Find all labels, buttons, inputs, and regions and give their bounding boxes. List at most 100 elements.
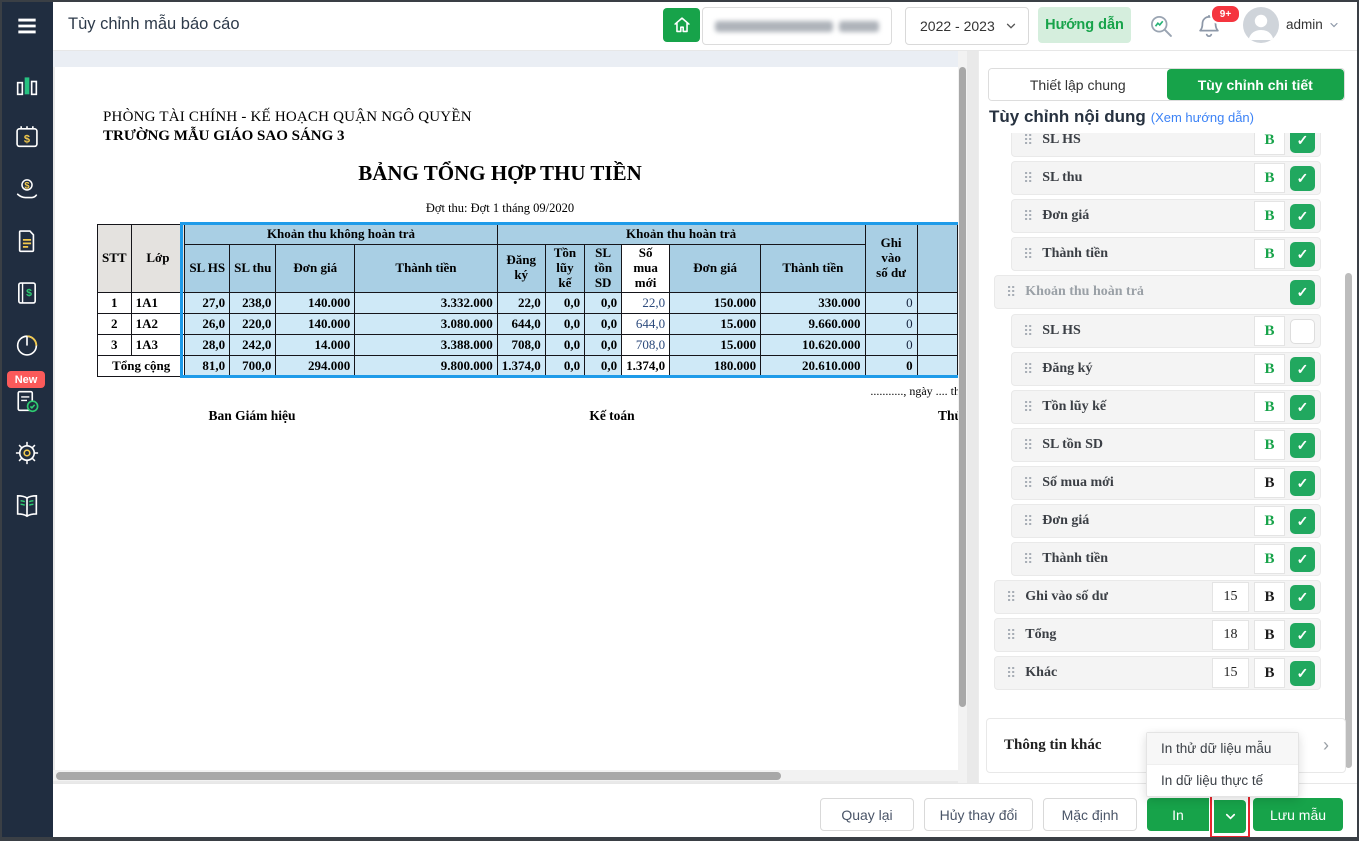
drag-handle-icon[interactable]: ⠿: [1023, 362, 1033, 376]
list-item[interactable]: ⠿ SL HS B: [1011, 133, 1321, 157]
visibility-checkbox[interactable]: [1290, 432, 1315, 458]
sidebar-item-settings[interactable]: [0, 433, 53, 473]
avatar[interactable]: [1243, 7, 1279, 43]
item-label: SL HS: [1042, 323, 1081, 338]
list-item[interactable]: ⠿ SL HS B: [1011, 314, 1321, 348]
drag-handle-icon[interactable]: ⠿: [1023, 476, 1033, 490]
hamburger-menu-button[interactable]: [0, 6, 53, 46]
table-row: 2 1A2 26,0 220,0 140.000 3.080.000 644,0…: [97, 312, 958, 335]
font-size-input[interactable]: 15: [1212, 658, 1249, 688]
drag-handle-icon[interactable]: ⠿: [1023, 514, 1033, 528]
list-item[interactable]: ⠿ Tồn lũy kế B: [1011, 390, 1321, 424]
drag-handle-icon[interactable]: ⠿: [1023, 552, 1033, 566]
bold-button[interactable]: B: [1254, 201, 1285, 231]
cancel-changes-button[interactable]: Hủy thay đổi: [924, 798, 1033, 831]
drag-handle-icon[interactable]: ⠿: [1023, 171, 1033, 185]
tab-detailed-customize[interactable]: Tùy chỉnh chi tiết: [1166, 69, 1344, 100]
sidebar-item-fee-schedule[interactable]: $: [0, 117, 53, 157]
menu-item-print-real-data[interactable]: In dữ liệu thực tế: [1147, 765, 1298, 796]
default-button[interactable]: Mặc định: [1043, 798, 1137, 831]
visibility-checkbox[interactable]: [1290, 394, 1315, 420]
list-item-group[interactable]: ⠿ Khác 15 B: [994, 656, 1321, 690]
bold-button[interactable]: B: [1254, 468, 1285, 498]
visibility-checkbox[interactable]: [1290, 622, 1315, 648]
bold-button[interactable]: B: [1254, 544, 1285, 574]
menu-item-print-sample-data[interactable]: In thử dữ liệu mẫu: [1147, 733, 1298, 765]
list-item[interactable]: ⠿ SL thu B: [1011, 161, 1321, 195]
visibility-checkbox[interactable]: [1290, 318, 1315, 344]
save-template-button[interactable]: Lưu mẫu: [1253, 798, 1343, 831]
bold-button[interactable]: B: [1254, 163, 1285, 193]
bold-button[interactable]: B: [1254, 582, 1285, 612]
list-item-group[interactable]: ⠿ Tổng 18 B: [994, 618, 1321, 652]
list-item[interactable]: ⠿ Số mua mới B: [1011, 466, 1321, 500]
visibility-checkbox[interactable]: [1290, 279, 1315, 305]
sidebar-item-collections[interactable]: $: [0, 169, 53, 209]
list-item-group[interactable]: ⠿ Khoản thu hoàn trả: [994, 275, 1321, 309]
guide-button[interactable]: Hướng dẫn: [1038, 7, 1131, 43]
print-button[interactable]: In: [1147, 798, 1209, 831]
col-header: Đăng ký: [496, 244, 546, 293]
list-item-group[interactable]: ⠿ Ghi vào số dư 15 B: [994, 580, 1321, 614]
visibility-checkbox[interactable]: [1290, 546, 1315, 572]
drag-handle-icon[interactable]: ⠿: [1023, 133, 1033, 147]
list-item[interactable]: ⠿ Thành tiền B: [1011, 542, 1321, 576]
visibility-checkbox[interactable]: [1290, 165, 1315, 191]
bold-button[interactable]: B: [1254, 392, 1285, 422]
vertical-scrollbar-thumb[interactable]: [959, 67, 966, 707]
panel-tabs: Thiết lập chung Tùy chỉnh chi tiết: [988, 68, 1345, 101]
drag-handle-icon[interactable]: ⠿: [1023, 438, 1033, 452]
visibility-checkbox[interactable]: [1290, 660, 1315, 686]
drag-handle-icon[interactable]: ⠿: [1023, 247, 1033, 261]
font-size-input[interactable]: 15: [1212, 582, 1249, 612]
report-table[interactable]: STT Lớp Khoản thu không hoàn trả Khoản t…: [96, 224, 958, 377]
bold-button[interactable]: B: [1254, 620, 1285, 650]
bold-button[interactable]: B: [1254, 316, 1285, 346]
school-year-dropdown[interactable]: 2022 - 2023: [905, 7, 1029, 45]
school-selector[interactable]: [702, 7, 892, 45]
sidebar-item-reports[interactable]: [0, 325, 53, 365]
chevron-down-icon: [1225, 813, 1235, 820]
search-button[interactable]: [1145, 10, 1177, 42]
drag-handle-icon[interactable]: ⠿: [1023, 209, 1033, 223]
sidebar-item-handbook[interactable]: [0, 486, 53, 526]
drag-handle-icon[interactable]: ⠿: [1006, 590, 1016, 604]
list-item[interactable]: ⠿ Đơn giá B: [1011, 504, 1321, 538]
item-label: Thành tiền: [1042, 551, 1109, 566]
tab-general-setup[interactable]: Thiết lập chung: [989, 69, 1167, 100]
view-guide-link[interactable]: (Xem hướng dẫn): [1151, 110, 1254, 125]
visibility-checkbox[interactable]: [1290, 203, 1315, 229]
list-item[interactable]: ⠿ Thành tiền B: [1011, 237, 1321, 271]
visibility-checkbox[interactable]: [1290, 133, 1315, 153]
bold-button[interactable]: B: [1254, 354, 1285, 384]
list-item[interactable]: ⠿ Đơn giá B: [1011, 199, 1321, 233]
item-label: Thành tiền: [1042, 246, 1109, 261]
horizontal-scrollbar-thumb[interactable]: [56, 772, 781, 780]
user-menu[interactable]: admin: [1286, 17, 1340, 32]
print-dropdown-button[interactable]: [1214, 800, 1246, 833]
list-item[interactable]: ⠿ Đăng ký B: [1011, 352, 1321, 386]
home-button[interactable]: [663, 8, 700, 42]
panel-scrollbar-thumb[interactable]: [1345, 273, 1352, 768]
visibility-checkbox[interactable]: [1290, 241, 1315, 267]
drag-handle-icon[interactable]: ⠿: [1006, 285, 1016, 299]
sidebar-item-ledger[interactable]: $: [0, 273, 53, 313]
bold-button[interactable]: B: [1254, 658, 1285, 688]
sidebar-item-documents[interactable]: [0, 221, 53, 261]
back-button[interactable]: Quay lại: [820, 798, 914, 831]
sidebar-item-dashboard[interactable]: [0, 65, 53, 105]
visibility-checkbox[interactable]: [1290, 470, 1315, 496]
visibility-checkbox[interactable]: [1290, 508, 1315, 534]
visibility-checkbox[interactable]: [1290, 584, 1315, 610]
drag-handle-icon[interactable]: ⠿: [1006, 628, 1016, 642]
list-item[interactable]: ⠿ SL tồn SD B: [1011, 428, 1321, 462]
bold-button[interactable]: B: [1254, 430, 1285, 460]
bold-button[interactable]: B: [1254, 239, 1285, 269]
font-size-input[interactable]: 18: [1212, 620, 1249, 650]
bold-button[interactable]: B: [1254, 133, 1285, 155]
drag-handle-icon[interactable]: ⠿: [1023, 400, 1033, 414]
bold-button[interactable]: B: [1254, 506, 1285, 536]
drag-handle-icon[interactable]: ⠿: [1006, 666, 1016, 680]
visibility-checkbox[interactable]: [1290, 356, 1315, 382]
drag-handle-icon[interactable]: ⠿: [1023, 324, 1033, 338]
